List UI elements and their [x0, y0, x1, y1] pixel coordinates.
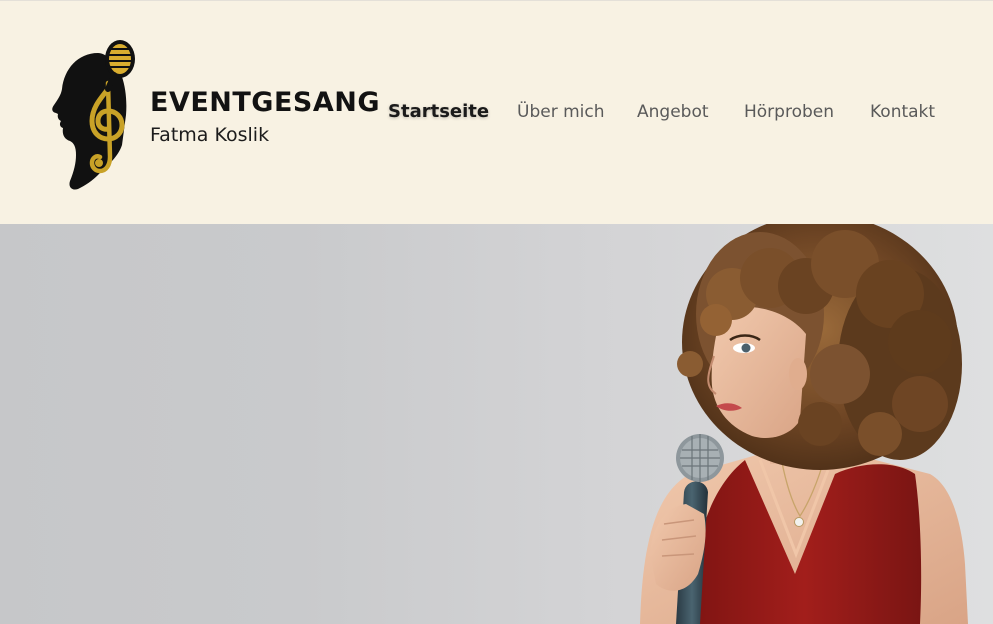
nav-link-kontakt[interactable]: Kontakt: [870, 102, 935, 122]
nav-link-ueber-mich[interactable]: Über mich: [517, 102, 605, 122]
nav-link-angebot[interactable]: Angebot: [637, 102, 709, 122]
site-header: EVENTGESANG Fatma Koslik Startseite Über…: [0, 0, 993, 224]
nav-item-startseite[interactable]: Startseite: [388, 101, 489, 122]
nav-link-startseite[interactable]: Startseite: [388, 101, 489, 122]
nav-item-angebot[interactable]: Angebot: [637, 102, 709, 122]
brand-subtitle: Fatma Koslik: [150, 124, 270, 146]
nav-item-hoerproben[interactable]: Hörproben: [744, 102, 834, 122]
brand-title: EVENTGESANG: [150, 87, 381, 118]
nav-item-kontakt[interactable]: Kontakt: [870, 102, 935, 122]
site-logo-link[interactable]: EVENTGESANG Fatma Koslik: [48, 37, 380, 193]
nav-link-hoerproben[interactable]: Hörproben: [744, 102, 834, 122]
singer-with-microphone-photo: [640, 224, 968, 624]
nav-item-ueber-mich[interactable]: Über mich: [517, 102, 605, 122]
singer-profile-treble-clef-microphone-icon: [52, 40, 135, 190]
hero-section: [0, 224, 993, 624]
page: EVENTGESANG Fatma Koslik Startseite Über…: [0, 0, 993, 624]
